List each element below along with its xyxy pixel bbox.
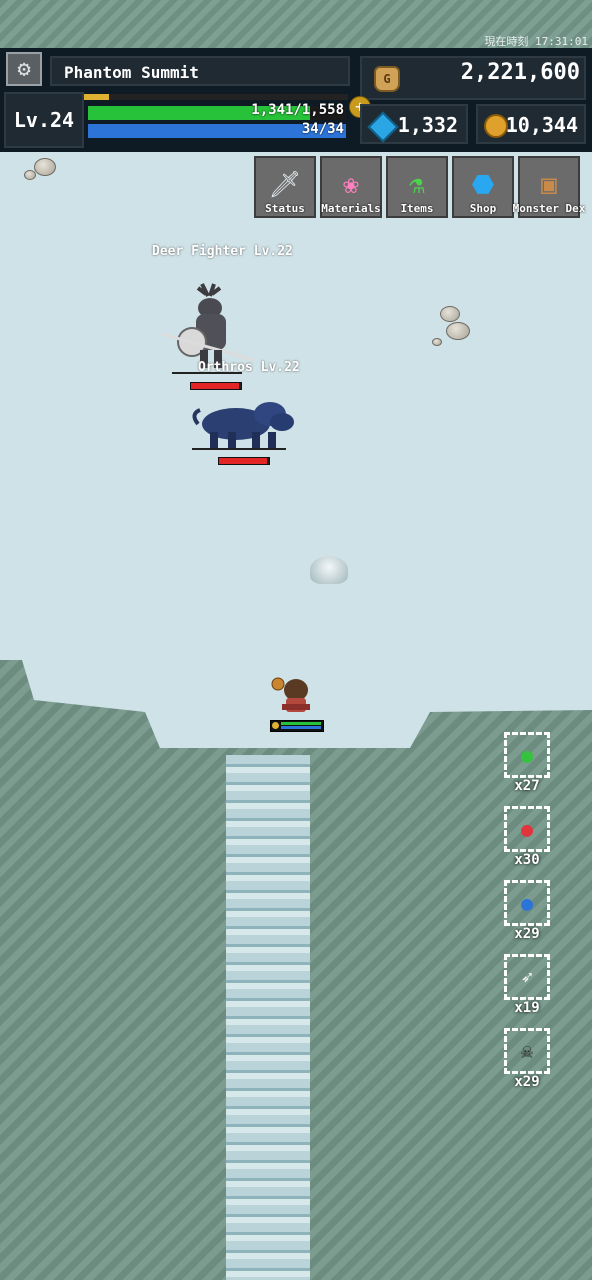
enemy-name: Deer Fighter Lv.22 bbox=[152, 244, 293, 259]
player-sprite[interactable] bbox=[270, 674, 316, 718]
clock: 現在時刻 17:31:01 bbox=[484, 35, 588, 48]
player-level-dot bbox=[272, 722, 279, 729]
player-level: Lv.24 bbox=[4, 92, 84, 148]
gold-value: 2,221,600 bbox=[460, 60, 580, 85]
rock-1 bbox=[34, 158, 56, 176]
potion-icon: ⚗ bbox=[409, 170, 425, 200]
menu-label: Materials bbox=[321, 202, 381, 215]
item-slot-green-potion[interactable]: ● bbox=[504, 732, 550, 778]
menu-label: Shop bbox=[469, 202, 497, 215]
enemy-name: Orthros Lv.22 bbox=[198, 360, 300, 375]
snow-bush bbox=[310, 556, 348, 584]
book-icon: ▣ bbox=[541, 170, 557, 200]
menu-monster-dex-button[interactable]: ▣ Monster Dex bbox=[513, 156, 585, 218]
coin-value: 10,344 bbox=[505, 113, 578, 137]
snow-field bbox=[0, 150, 592, 760]
menu-label: Monster Dex bbox=[512, 202, 586, 215]
feather-quill-icon: ➶ bbox=[520, 965, 534, 989]
location-name: Phantom Summit bbox=[50, 56, 350, 86]
enemy-hp-fill bbox=[191, 383, 239, 389]
menu-shop-button[interactable]: ⬣ Shop bbox=[452, 156, 514, 218]
enemy-hp-bar bbox=[218, 457, 270, 465]
rock-3 bbox=[440, 306, 460, 322]
menu-label: Items bbox=[400, 202, 434, 215]
sword-icon: 🗡 bbox=[268, 170, 302, 200]
coin-icon bbox=[484, 114, 508, 138]
green-potion-icon: ● bbox=[520, 743, 534, 767]
item-count: x29 bbox=[514, 926, 540, 942]
item-slot-blue-potion[interactable]: ● bbox=[504, 880, 550, 926]
menu-items-button[interactable]: ⚗ Items bbox=[386, 156, 448, 218]
rock-2 bbox=[24, 170, 36, 180]
item-count: x30 bbox=[514, 852, 540, 868]
gear-icon: ⚙ bbox=[17, 56, 31, 82]
gem-icon: ⬣ bbox=[471, 170, 495, 200]
waterfall bbox=[226, 755, 310, 1280]
settings-button[interactable]: ⚙ bbox=[6, 52, 42, 86]
coin-panel: 10,344 bbox=[476, 104, 586, 144]
menu-materials-button[interactable]: ❀ Materials bbox=[320, 156, 382, 218]
mp-text: 34/34 bbox=[301, 121, 344, 137]
gem-panel: 1,332 bbox=[360, 104, 468, 144]
gem-icon bbox=[367, 111, 399, 143]
item-count: x19 bbox=[514, 1000, 540, 1016]
item-slot-red-potion[interactable]: ● bbox=[504, 806, 550, 852]
enemy-hp-fill bbox=[219, 458, 267, 464]
player-bars bbox=[270, 720, 324, 732]
item-count: x29 bbox=[514, 1074, 540, 1090]
red-potion-icon: ● bbox=[520, 817, 534, 841]
rock-5 bbox=[432, 338, 442, 346]
item-slot-skull-bottle[interactable]: ☠ bbox=[504, 1028, 550, 1074]
rock-4 bbox=[446, 322, 470, 340]
enemy-hp-bar bbox=[190, 382, 242, 390]
blue-potion-icon: ● bbox=[520, 891, 534, 915]
item-slot-feather[interactable]: ➶ bbox=[504, 954, 550, 1000]
orthros-sprite[interactable] bbox=[190, 394, 300, 450]
menu-label: Status bbox=[265, 202, 305, 215]
menu-status-button[interactable]: 🗡 Status bbox=[254, 156, 316, 218]
gem-value: 1,332 bbox=[397, 113, 458, 137]
feather-icon: ❀ bbox=[343, 170, 359, 200]
gold-bag-icon: G bbox=[374, 66, 400, 92]
player-hp-mini bbox=[281, 722, 321, 725]
skull-bottle-icon: ☠ bbox=[520, 1039, 534, 1063]
player-mp-mini bbox=[281, 726, 321, 729]
item-count: x27 bbox=[514, 778, 540, 794]
hp-text: 1,341/1,558 bbox=[251, 102, 344, 118]
